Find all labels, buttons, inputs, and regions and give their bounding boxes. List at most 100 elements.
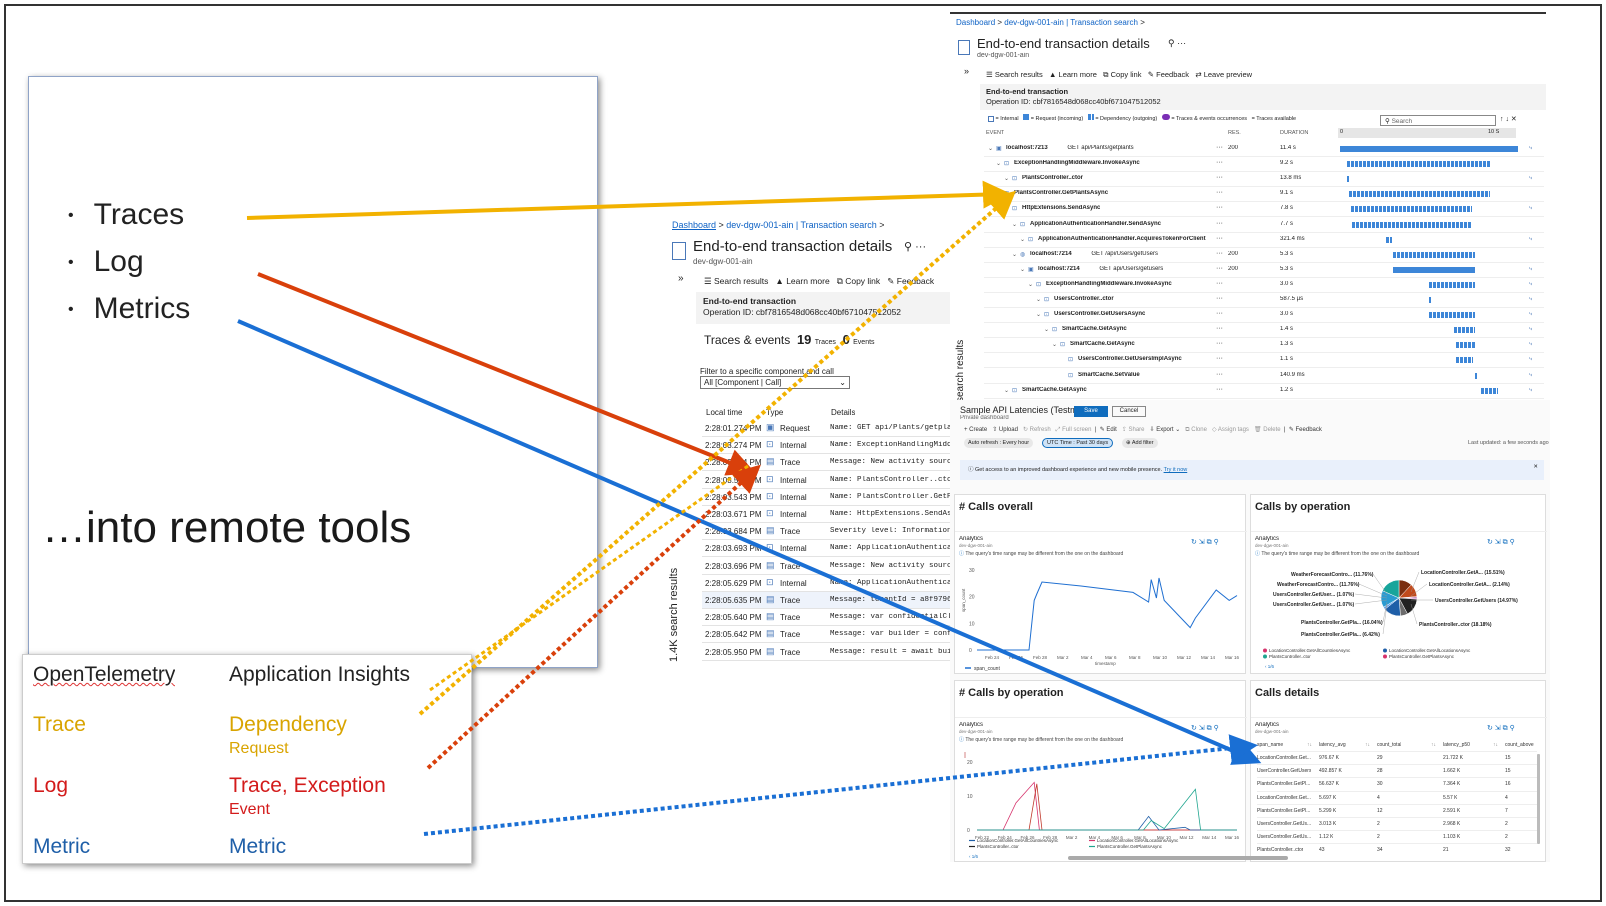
timeline-row[interactable]: ⌄ ⊡ SmartCache.GetAsync ··· 1.2 s ⤷: [984, 384, 1544, 399]
table-row[interactable]: PlantsController..ctor 43 34 21 32: [1257, 843, 1537, 856]
table-row[interactable]: 2:28:03.684 PM ▤ Trace Severity level: Info…: [702, 523, 950, 541]
pin-icon[interactable]: ⚲ ···: [1168, 38, 1186, 49]
upload-button[interactable]: ⇧ Upload: [992, 427, 1018, 433]
row-menu-icon[interactable]: ···: [1216, 204, 1223, 211]
delete-button[interactable]: 🗑 Delete: [1254, 427, 1281, 433]
duration-bar[interactable]: [1480, 387, 1499, 394]
feedback-button[interactable]: ✎ Feedback: [1289, 427, 1322, 433]
pin-icon[interactable]: ⚲ ···: [904, 240, 926, 253]
row-menu-icon[interactable]: ···: [1216, 340, 1223, 347]
traces-available-icon[interactable]: ⤷: [1529, 341, 1532, 348]
row-menu-icon[interactable]: ···: [1216, 295, 1223, 302]
row-menu-icon[interactable]: ···: [1216, 310, 1223, 317]
timeline-row[interactable]: ⌄ ⊡ ApplicationAuthenticationHandler.SendA…: [984, 218, 1544, 233]
feedback-button[interactable]: ✎ Feedback: [887, 276, 934, 286]
search-results-button[interactable]: ☰ Search results: [704, 276, 768, 286]
traces-available-icon[interactable]: ⤷: [1529, 205, 1532, 212]
tile-actions-icons[interactable]: ↻ ⇲ ⧉ ⚲: [1487, 724, 1515, 733]
duration-bar[interactable]: [1348, 191, 1490, 198]
table-row[interactable]: UsersController.GetUs... 1.12 K 2 1.103 K 2: [1257, 830, 1537, 843]
export-button[interactable]: ⇩ Export ⌄: [1150, 427, 1181, 433]
timeline-scale[interactable]: 0 10 S: [1338, 128, 1516, 138]
row-menu-icon[interactable]: ···: [1216, 189, 1223, 196]
timeline-row[interactable]: ⌄ ⊡ PlantsController.GetPlantsAsync ··· 9.1 …: [984, 187, 1544, 203]
copy-link-button[interactable]: ⧉ Copy link: [837, 276, 880, 286]
timeline-row[interactable]: ⌄ ⊡ ExceptionHandlingMiddleware.InvokeAsyn…: [984, 278, 1544, 293]
table-row[interactable]: UsersController.GetUs... 3.013 K 2 2.968 K 2: [1257, 817, 1537, 830]
row-menu-icon[interactable]: ···: [1216, 265, 1223, 272]
timeline-row[interactable]: ⌄ ◍ localhost:7214 GET /api/Users/getUsers ·…: [984, 248, 1544, 263]
learn-more-button[interactable]: ▲ Learn more: [775, 276, 829, 286]
duration-bar[interactable]: [1340, 146, 1518, 152]
tx-front-crumb-search[interactable]: dev-dgw-001-ain | Transaction search: [1004, 18, 1138, 27]
timeline-row[interactable]: ⌄ ⊡ SmartCache.GetAsync ··· 1.4 s ⤷: [984, 323, 1544, 339]
duration-bar[interactable]: [1429, 312, 1476, 319]
cancel-button[interactable]: Cancel: [1112, 406, 1146, 417]
collapse-chevron-icon[interactable]: ⌄: [1004, 175, 1009, 182]
tx-back-crumb-dashboard[interactable]: Dashboard: [672, 220, 716, 230]
traces-available-icon[interactable]: ⤷: [1529, 266, 1532, 273]
table-header-count-above[interactable]: count_above: [1505, 742, 1534, 748]
expand-icon[interactable]: »: [964, 66, 969, 76]
traces-available-icon[interactable]: ⤷: [1529, 236, 1532, 243]
timeline-row[interactable]: ⌄ ⊡ ExceptionHandlingMiddleware.InvokeAsyn…: [984, 157, 1544, 173]
table-row[interactable]: PlantsController.GetPl... 5.299 K 12 2.591 …: [1257, 803, 1537, 817]
duration-bar[interactable]: [1347, 161, 1490, 168]
tx-back-crumb-search[interactable]: dev-dgw-001-ain | Transaction search: [726, 220, 876, 230]
table-row[interactable]: PlantsController.GetPl... 56.637 K 30 7.364…: [1257, 777, 1537, 790]
table-row[interactable]: LocationController.Get... 976.67 K 29 21.72…: [1257, 751, 1537, 764]
traces-available-icon[interactable]: ⤷: [1529, 175, 1532, 182]
duration-bar[interactable]: [1455, 342, 1476, 349]
duration-bar[interactable]: [1453, 327, 1476, 334]
traces-available-icon[interactable]: ⤷: [1529, 372, 1532, 379]
collapse-chevron-icon[interactable]: ⌄: [1020, 236, 1025, 243]
table-row[interactable]: 2:28:05.629 PM ⊡ Internal Name: Application…: [702, 575, 950, 592]
copy-link-button[interactable]: ⧉ Copy link: [1103, 70, 1141, 79]
duration-bar[interactable]: [1386, 236, 1392, 243]
collapse-chevron-icon[interactable]: ⌄: [1020, 266, 1025, 273]
row-menu-icon[interactable]: ···: [1216, 371, 1223, 378]
component-filter-select[interactable]: All [Component | Call] ⌄: [700, 376, 850, 389]
collapse-chevron-icon[interactable]: ⌄: [1004, 387, 1009, 394]
traces-available-icon[interactable]: ⤷: [1529, 281, 1532, 288]
collapse-chevron-icon[interactable]: ⌄: [996, 190, 1001, 197]
tx-front-crumb-dashboard[interactable]: Dashboard: [956, 18, 995, 27]
sort-icon[interactable]: ↑↓: [1307, 742, 1312, 748]
leave-preview-button[interactable]: ⇄ Leave preview: [1195, 70, 1252, 79]
duration-bar[interactable]: [1347, 176, 1350, 183]
table-row[interactable]: 2:28:05.640 PM ▤ Trace Message: var confide…: [702, 609, 950, 627]
duration-bar[interactable]: [1393, 266, 1476, 273]
collapse-chevron-icon[interactable]: ⌄: [1036, 296, 1041, 303]
traces-available-icon[interactable]: ⤷: [1529, 387, 1532, 394]
time-range-pill[interactable]: UTC Time : Past 30 days: [1042, 438, 1114, 448]
horizontal-scrollbar[interactable]: [1068, 856, 1288, 860]
timeline-row[interactable]: ⌄ ⊡ ApplicationAuthenticationHandler.Acqui…: [984, 233, 1544, 248]
row-menu-icon[interactable]: ···: [1216, 235, 1223, 242]
table-row[interactable]: 2:28:03.543 PM ⊡ Internal Name: PlantsContr…: [702, 489, 950, 506]
table-row[interactable]: 2:28:05.950 PM ▤ Trace Message: result = aw…: [702, 644, 950, 661]
close-icon[interactable]: ✕: [1533, 464, 1538, 470]
expand-icon[interactable]: »: [678, 273, 684, 284]
table-header-latency-p50[interactable]: latency_p50: [1443, 742, 1470, 748]
table-row[interactable]: 2:28:03.693 PM ⊡ Internal Name: Application…: [702, 540, 950, 558]
traces-available-icon[interactable]: ⤷: [1529, 311, 1532, 318]
table-row[interactable]: 2:28:03.274 PM ⊡ Internal Name: ExceptionHa…: [702, 437, 950, 455]
row-menu-icon[interactable]: ···: [1216, 355, 1223, 362]
collapse-chevron-icon[interactable]: ⌄: [1044, 326, 1049, 333]
table-row[interactable]: LocationController.Get... 5.697 K 4 5.57 K 4: [1257, 790, 1537, 804]
sort-icon[interactable]: ↑↓: [1365, 742, 1370, 748]
table-row[interactable]: 2:28:03.671 PM ⊡ Internal Name: HttpExtensi…: [702, 506, 950, 523]
traces-available-icon[interactable]: ⤷: [1529, 296, 1532, 303]
timeline-row[interactable]: ⌄ ⊡ PlantsController..ctor ··· 13.8 ms ⤷: [984, 172, 1544, 188]
timeline-row[interactable]: ⊡ UsersController.GetUsersImplAsync ··· 1.1…: [984, 353, 1544, 369]
duration-bar[interactable]: [1475, 372, 1478, 379]
add-filter-button[interactable]: ⊕ Add filter: [1122, 438, 1158, 448]
row-menu-icon[interactable]: ···: [1216, 280, 1223, 287]
collapse-chevron-icon[interactable]: ⌄: [1028, 281, 1033, 288]
full-screen-button[interactable]: ⤢ Full screen: [1056, 427, 1092, 433]
row-menu-icon[interactable]: ···: [1216, 159, 1223, 166]
traces-available-icon[interactable]: ⤷: [1529, 326, 1532, 333]
create-button[interactable]: + Create: [964, 427, 987, 433]
timeline-search-input[interactable]: ⚲ Search: [1380, 115, 1496, 126]
collapse-chevron-icon[interactable]: ⌄: [1004, 205, 1009, 212]
